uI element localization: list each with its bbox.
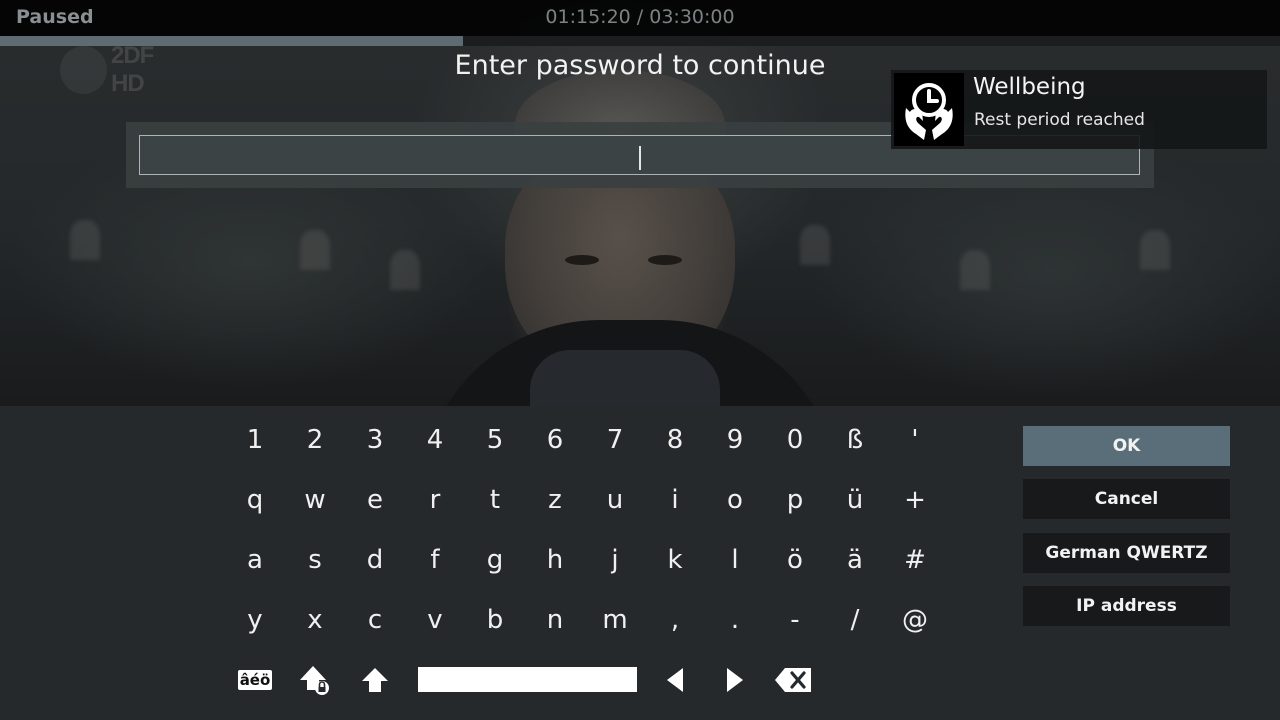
person-eye [648, 255, 682, 265]
key[interactable]: u [585, 472, 645, 528]
key[interactable]: 7 [585, 412, 645, 468]
key[interactable]: 1 [225, 412, 285, 468]
cancel-button[interactable]: Cancel [1023, 479, 1230, 519]
key[interactable]: q [225, 472, 285, 528]
key[interactable]: 6 [525, 412, 585, 468]
key[interactable]: t [465, 472, 525, 528]
key[interactable]: , [645, 592, 705, 648]
person-collar [530, 350, 720, 406]
key[interactable]: c [345, 592, 405, 648]
background-roof [960, 250, 990, 290]
key[interactable]: - [765, 592, 825, 648]
notification-title: Wellbeing [973, 74, 1086, 100]
cursor-left-key[interactable] [645, 652, 705, 708]
person-eye [565, 255, 599, 265]
key[interactable]: a [225, 532, 285, 588]
key[interactable]: ß [825, 412, 885, 468]
key[interactable]: e [345, 472, 405, 528]
key[interactable]: o [705, 472, 765, 528]
key[interactable]: g [465, 532, 525, 588]
shift-icon [362, 668, 388, 692]
key[interactable]: 5 [465, 412, 525, 468]
playback-progress-bar [0, 36, 1280, 46]
key[interactable]: i [645, 472, 705, 528]
key[interactable]: p [765, 472, 825, 528]
key[interactable]: 0 [765, 412, 825, 468]
key[interactable]: 2 [285, 412, 345, 468]
accents-icon: âéö [237, 670, 273, 690]
notification-toast: Wellbeing Rest period reached [891, 70, 1267, 149]
backspace-icon [775, 668, 811, 692]
key[interactable]: v [405, 592, 465, 648]
background-roof [390, 250, 420, 290]
cursor-right-key[interactable] [705, 652, 765, 708]
key[interactable]: ö [765, 532, 825, 588]
key[interactable]: 9 [705, 412, 765, 468]
cursor-right-icon [727, 668, 743, 692]
cursor-left-icon [667, 668, 683, 692]
ok-button[interactable]: OK [1023, 426, 1230, 466]
key[interactable]: j [585, 532, 645, 588]
notification-message: Rest period reached [974, 110, 1145, 130]
key[interactable]: d [345, 532, 405, 588]
key[interactable]: b [465, 592, 525, 648]
key[interactable]: l [705, 532, 765, 588]
ip-address-button[interactable]: IP address [1023, 586, 1230, 626]
keyboard-layout-button[interactable]: German QWERTZ [1023, 533, 1230, 573]
background-roof [1140, 230, 1170, 270]
key[interactable]: ' [885, 412, 945, 468]
space-bar[interactable] [418, 667, 637, 692]
onscreen-keyboard: 1 2 3 4 5 6 7 8 9 0 ß ' q w e r t z u i … [0, 406, 1280, 720]
accents-key[interactable]: âéö [225, 652, 285, 708]
clock-hands-icon [894, 73, 964, 146]
key[interactable]: z [525, 472, 585, 528]
key[interactable]: 4 [405, 412, 465, 468]
key[interactable]: k [645, 532, 705, 588]
background-roof [800, 225, 830, 265]
key[interactable]: w [285, 472, 345, 528]
caps-lock-icon [300, 666, 329, 695]
key[interactable]: f [405, 532, 465, 588]
key[interactable]: ü [825, 472, 885, 528]
background-roof [300, 230, 330, 270]
key[interactable]: + [885, 472, 945, 528]
background-roof [70, 220, 100, 260]
key[interactable]: # [885, 532, 945, 588]
key[interactable]: n [525, 592, 585, 648]
key[interactable]: x [285, 592, 345, 648]
key[interactable]: h [525, 532, 585, 588]
text-caret [639, 146, 641, 170]
key[interactable]: y [225, 592, 285, 648]
shift-key[interactable] [345, 652, 405, 708]
key[interactable]: 3 [345, 412, 405, 468]
playback-time: 01:15:20 / 03:30:00 [545, 6, 735, 28]
key[interactable]: r [405, 472, 465, 528]
playback-progress-fill [0, 36, 464, 46]
key[interactable]: 8 [645, 412, 705, 468]
caps-lock-key[interactable] [285, 652, 345, 708]
player-status-bar: Paused 01:15:20 / 03:30:00 [0, 0, 1280, 36]
key[interactable]: ä [825, 532, 885, 588]
key[interactable]: . [705, 592, 765, 648]
key[interactable]: / [825, 592, 885, 648]
key[interactable]: @ [885, 592, 945, 648]
backspace-key[interactable] [763, 652, 823, 708]
key[interactable]: s [285, 532, 345, 588]
key[interactable]: m [585, 592, 645, 648]
